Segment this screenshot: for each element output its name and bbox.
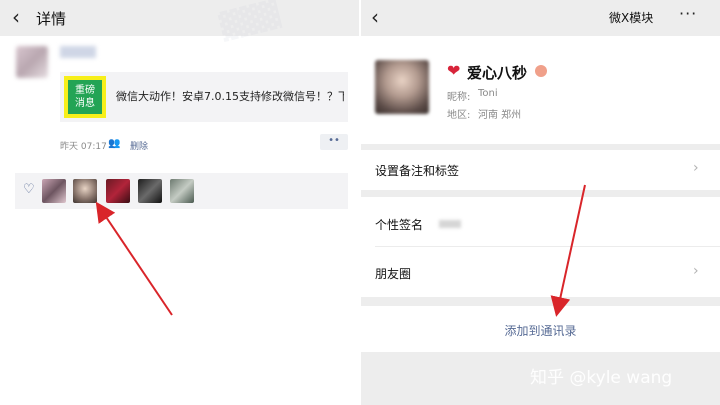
- zhihu-watermark: 知乎 @kyle wang: [530, 368, 673, 388]
- liker-avatar[interactable]: [73, 179, 97, 203]
- liker-avatar[interactable]: [42, 179, 66, 203]
- chevron-right-icon: ›: [693, 263, 699, 279]
- article-title: 微信大动作！安卓7.0.15支持修改微信号！？下...: [116, 90, 344, 103]
- page-title: 详情: [36, 10, 67, 28]
- chevron-right-icon: ›: [693, 160, 699, 176]
- moment-detail-panel: ‹ 详情 重磅 消息 微信大动作！安卓7.0.15支持修改微信号！？下... 昨…: [0, 0, 359, 405]
- region-value: 河南 郑州: [478, 110, 522, 121]
- visibility-icon: 👥: [108, 138, 121, 149]
- liker-avatar[interactable]: [138, 179, 162, 203]
- profile-header: ‹ 微X模块 ···: [361, 0, 720, 36]
- profile-name: 爱心八秒: [467, 64, 528, 82]
- detail-header: ‹ 详情: [0, 0, 359, 36]
- post-time: 昨天 07:17: [60, 142, 107, 152]
- remark-tags-row[interactable]: 设置备注和标签 ›: [361, 150, 720, 190]
- signature-label: 个性签名: [375, 218, 424, 232]
- shared-article-card[interactable]: 重磅 消息 微信大动作！安卓7.0.15支持修改微信号！？下...: [60, 72, 348, 122]
- profile-panel: ‹ 微X模块 ··· ❤ 爱心八秒 昵称: Toni 地区: 河南 郑州 设置备…: [361, 0, 720, 405]
- region-label: 地区:: [447, 110, 471, 121]
- back-chevron-icon[interactable]: ‹: [371, 6, 379, 28]
- back-chevron-icon[interactable]: ‹: [12, 6, 20, 28]
- nickname-label: 昵称:: [447, 92, 471, 103]
- profile-card: ❤ 爱心八秒 昵称: Toni 地区: 河南 郑州: [361, 36, 720, 144]
- heart-icon: ❤: [447, 61, 461, 80]
- liker-avatar[interactable]: [170, 179, 194, 203]
- heart-outline-icon: ♡: [23, 182, 35, 197]
- profile-avatar[interactable]: [375, 60, 429, 114]
- module-title[interactable]: 微X模块: [609, 9, 653, 26]
- article-thumbnail-text: 重磅 消息: [68, 80, 102, 114]
- poster-avatar[interactable]: [16, 46, 48, 78]
- add-to-contacts-label: 添加到通讯录: [504, 324, 577, 338]
- remark-tags-label: 设置备注和标签: [375, 164, 460, 178]
- article-thumbnail: 重磅 消息: [64, 76, 106, 118]
- more-menu-icon[interactable]: ···: [679, 4, 697, 23]
- moment-body: 重磅 消息 微信大动作！安卓7.0.15支持修改微信号！？下... 昨天 07:…: [0, 0, 359, 405]
- nickname-value: Toni: [478, 88, 498, 99]
- poster-name[interactable]: [60, 46, 96, 58]
- comment-more-button[interactable]: ••: [320, 134, 348, 150]
- gender-female-icon: [535, 65, 547, 77]
- liker-avatar[interactable]: [106, 179, 130, 203]
- moments-label: 朋友圈: [375, 267, 412, 281]
- likes-bar: ♡: [15, 173, 348, 209]
- moments-row[interactable]: 朋友圈 ›: [361, 247, 720, 297]
- add-to-contacts-button[interactable]: 添加到通讯录: [361, 306, 720, 352]
- signature-value: [439, 220, 461, 228]
- delete-link[interactable]: 删除: [130, 139, 148, 152]
